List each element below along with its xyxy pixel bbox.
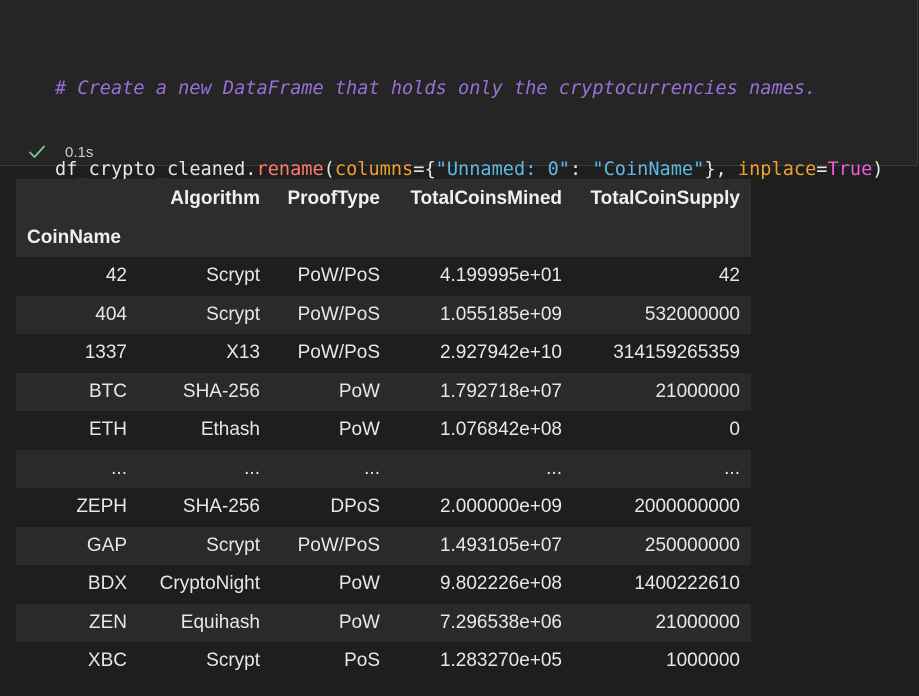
table-cell: 7.296538e+06 [439, 611, 562, 633]
column-header: TotalCoinsMined [410, 188, 562, 209]
table-cell: 250000000 [644, 534, 740, 556]
dataframe-table: Algorithm ProofType TotalCoinsMined Tota… [16, 179, 751, 681]
table-row: ETH Ethash PoW 1.076842e+08 0 [16, 411, 751, 450]
table-cell: ... [724, 457, 740, 479]
table-cell: PoW [338, 611, 380, 633]
row-index: ZEPH [76, 496, 127, 518]
table-row: 1337 X13 PoW/PoS 2.927942e+10 314159265359 [16, 334, 751, 373]
table-cell: Scrypt [206, 534, 260, 556]
row-index: ZEN [89, 611, 127, 633]
table-cell: PoW/PoS [297, 265, 380, 287]
row-index: ... [111, 457, 127, 479]
header-blank [16, 179, 138, 219]
code-token: "Unnamed: 0" [435, 159, 570, 180]
row-index: 404 [95, 303, 127, 325]
table-cell: 1.493105e+07 [439, 534, 562, 556]
code-line-1: # Create a new DataFrame that holds only… [55, 75, 883, 102]
check-icon [28, 143, 46, 161]
table-cell: ... [546, 457, 562, 479]
table-cell: Ethash [200, 419, 260, 441]
table-cell: PoS [344, 650, 380, 672]
row-index: GAP [86, 534, 127, 556]
table-cell: 9.802226e+08 [439, 573, 562, 595]
code-token: ) [872, 159, 884, 180]
row-index: BDX [87, 573, 127, 595]
table-cell: PoW/PoS [297, 303, 380, 325]
table-row: ............... [16, 449, 751, 488]
column-header: TotalCoinSupply [590, 188, 740, 209]
column-header-row: Algorithm ProofType TotalCoinsMined Tota… [16, 179, 751, 219]
table-cell: PoW [338, 573, 380, 595]
table-cell: 1.283270e+05 [439, 650, 562, 672]
code-cell[interactable]: # Create a new DataFrame that holds only… [0, 0, 918, 342]
table-cell: 2.927942e+10 [439, 342, 562, 364]
row-index: XBC [87, 650, 127, 672]
table-cell: Scrypt [206, 650, 260, 672]
table-cell: Scrypt [206, 303, 260, 325]
table-cell: PoW [338, 380, 380, 402]
index-name-row: CoinName [16, 219, 751, 257]
table-cell: 1000000 [666, 650, 740, 672]
code-token: True [827, 159, 873, 180]
code-token: "CoinName" [592, 159, 705, 180]
table-cell: 2.000000e+09 [439, 496, 562, 518]
table-cell: 2000000000 [634, 496, 740, 518]
table-cell: DPoS [330, 496, 380, 518]
column-header: ProofType [287, 188, 380, 209]
code-token: inplace [737, 159, 817, 180]
execution-status: 0.1s [28, 141, 93, 163]
code-token: }, [704, 159, 738, 180]
table-cell: ... [244, 457, 260, 479]
code-token: = [816, 159, 828, 180]
table-cell: ... [364, 457, 380, 479]
column-header: Algorithm [170, 188, 260, 209]
table-cell: Scrypt [206, 265, 260, 287]
row-index: 42 [105, 265, 127, 287]
table-cell: 314159265359 [613, 342, 740, 364]
table-row: ZEPH SHA-256 DPoS 2.000000e+09 2000000000 [16, 488, 751, 527]
table-row: 404 Scrypt PoW/PoS 1.055185e+09 532000000 [16, 295, 751, 334]
table-cell: 21000000 [655, 611, 740, 633]
table-cell: 532000000 [644, 303, 740, 325]
table-cell: Equihash [180, 611, 260, 633]
table-cell: 0 [729, 419, 740, 441]
code-token: columns [334, 159, 414, 180]
index-name: CoinName [27, 227, 121, 248]
code-token: ={ [413, 159, 436, 180]
table-cell: 4.199995e+01 [439, 265, 562, 287]
code-comment: # Create a new DataFrame that holds only… [55, 78, 817, 99]
table-cell: PoW/PoS [297, 534, 380, 556]
table-cell: 21000000 [655, 380, 740, 402]
code-token: : [569, 159, 593, 180]
table-cell: 1.055185e+09 [439, 303, 562, 325]
table-cell: 1400222610 [634, 573, 740, 595]
table-cell: PoW/PoS [297, 342, 380, 364]
row-index: BTC [89, 380, 127, 402]
table-cell: X13 [226, 342, 260, 364]
table-cell: CryptoNight [159, 573, 260, 595]
cell-output: Algorithm ProofType TotalCoinsMined Tota… [16, 179, 751, 681]
table-cell: SHA-256 [182, 496, 260, 518]
table-cell: 1.076842e+08 [439, 419, 562, 441]
table-row: GAP Scrypt PoW/PoS 1.493105e+07 250000000 [16, 526, 751, 565]
table-cell: PoW [338, 419, 380, 441]
table-cell: 1.792718e+07 [439, 380, 562, 402]
table-row: BTC SHA-256 PoW 1.792718e+07 21000000 [16, 372, 751, 411]
table-row: 42 Scrypt PoW/PoS 4.199995e+01 42 [16, 257, 751, 296]
row-index: 1337 [84, 342, 127, 364]
table-body: 42 Scrypt PoW/PoS 4.199995e+01 42 404 Scrypt Po… [16, 257, 751, 681]
table-row: BDX CryptoNight PoW 9.802226e+08 1400222610 [16, 565, 751, 604]
execution-time: 0.1s [65, 143, 94, 161]
table-row: XBC Scrypt PoS 1.283270e+05 1000000 [16, 642, 751, 681]
table-row: ZEN Equihash PoW 7.296538e+06 21000000 [16, 603, 751, 642]
code-token: ( [323, 159, 335, 180]
table-cell: SHA-256 [182, 380, 260, 402]
row-index: ETH [89, 419, 127, 441]
table-cell: 42 [718, 265, 740, 287]
code-token: rename [256, 159, 324, 180]
